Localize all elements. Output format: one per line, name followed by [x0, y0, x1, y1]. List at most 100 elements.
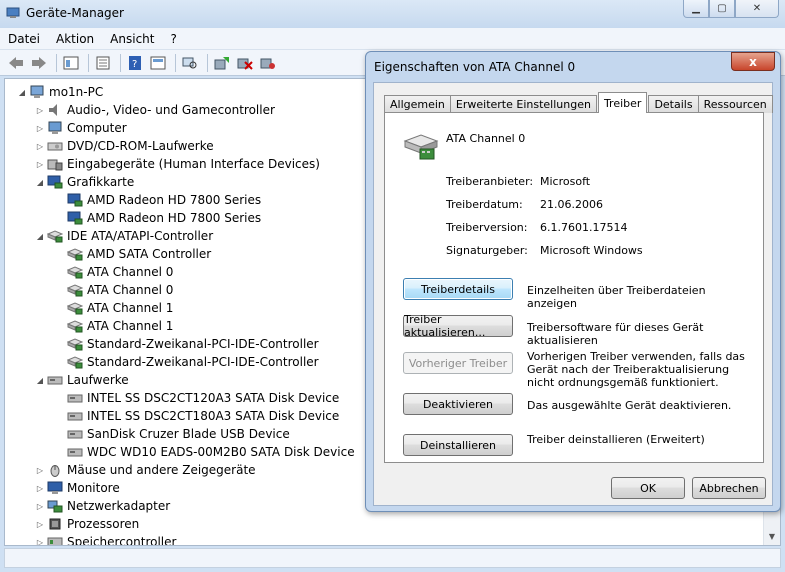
title-bar[interactable]: Geräte-Manager ▁ ▢ ✕ — [0, 0, 785, 28]
update-driver-icon[interactable] — [212, 53, 232, 73]
tree-item-label: AMD SATA Controller — [87, 247, 212, 261]
minimize-button[interactable]: ▁ — [683, 0, 709, 18]
update-driver-desc: Treibersoftware für dieses Gerät aktuali… — [527, 321, 704, 347]
tree-item[interactable]: ▷ Mäuse und andere Zeigegeräte — [35, 461, 256, 479]
audio-icon — [47, 103, 63, 117]
tree-item[interactable]: ATA Channel 1 — [55, 299, 173, 317]
storage-controller-icon — [47, 535, 63, 545]
tree-item[interactable]: AMD Radeon HD 7800 Series — [55, 209, 261, 227]
tree-root[interactable]: ◢ mo1n-PC — [17, 83, 103, 101]
menu-datei[interactable]: Datei — [8, 32, 40, 46]
list-view-icon[interactable] — [148, 53, 168, 73]
tree-item-label: Laufwerke — [67, 373, 129, 387]
expand-arrow-icon[interactable]: ▷ — [35, 484, 45, 493]
dialog-title: Eigenschaften von ATA Channel 0 — [374, 60, 576, 74]
driver-details-button[interactable]: Treiberdetails — [403, 278, 513, 300]
tree-item[interactable]: Standard-Zweikanal-PCI-IDE-Controller — [55, 335, 319, 353]
help-icon[interactable]: ? — [125, 53, 145, 73]
tree-item[interactable]: ATA Channel 0 — [55, 281, 173, 299]
processor-icon — [47, 517, 63, 531]
collapse-arrow-icon[interactable]: ◢ — [17, 88, 27, 97]
tree-item[interactable]: ▷ Eingabegeräte (Human Interface Devices) — [35, 155, 320, 173]
expand-arrow-icon[interactable]: ▷ — [35, 520, 45, 529]
tree-view-icon[interactable] — [61, 53, 81, 73]
menu-help[interactable]: ? — [170, 32, 176, 46]
tree-item-label: Monitore — [67, 481, 120, 495]
tree-item[interactable]: ▷ Audio-, Video- und Gamecontroller — [35, 101, 275, 119]
forward-icon[interactable] — [29, 53, 49, 73]
back-icon[interactable] — [6, 53, 26, 73]
tree-item[interactable]: SanDisk Cruzer Blade USB Device — [55, 425, 290, 443]
tab-ressourcen[interactable]: Ressourcen — [697, 95, 773, 113]
ide-controller-icon — [67, 301, 83, 315]
tree-item[interactable]: ◢ Grafikkarte — [35, 173, 134, 191]
tree-item[interactable]: ◢ IDE ATA/ATAPI-Controller — [35, 227, 213, 245]
properties-dialog: Eigenschaften von ATA Channel 0 x Allgem… — [365, 51, 781, 512]
rollback-driver-button[interactable]: Vorheriger Treiber — [403, 352, 513, 374]
tree-item[interactable]: AMD Radeon HD 7800 Series — [55, 191, 261, 209]
tree-item-label: ATA Channel 0 — [87, 265, 174, 279]
collapse-arrow-icon[interactable]: ◢ — [35, 232, 45, 241]
toolbar-separator — [175, 53, 176, 72]
tab-treiber[interactable]: Treiber — [597, 92, 648, 113]
tree-item[interactable]: Standard-Zweikanal-PCI-IDE-Controller — [55, 353, 319, 371]
collapse-arrow-icon[interactable]: ◢ — [35, 376, 45, 385]
tree-item[interactable]: ATA Channel 1 — [55, 317, 173, 335]
tree-item[interactable]: INTEL SS DSC2CT120A3 SATA Disk Device — [55, 389, 339, 407]
uninstall-button[interactable]: Deinstallieren — [403, 434, 513, 456]
ide-controller-icon — [67, 355, 83, 369]
driver-provider-label: Treiberanbieter: — [446, 175, 534, 188]
uninstall-desc: Treiber deinstallieren (Erweitert) — [527, 433, 705, 446]
tab-allgemein[interactable]: Allgemein — [384, 95, 451, 113]
tree-item-label: INTEL SS DSC2CT120A3 SATA Disk Device — [87, 391, 340, 405]
expand-arrow-icon[interactable]: ▷ — [35, 466, 45, 475]
dvd-drive-icon — [47, 139, 63, 153]
tree-item[interactable]: AMD SATA Controller — [55, 245, 211, 263]
scroll-down-icon[interactable]: ▼ — [764, 529, 780, 545]
tree-item[interactable]: WDC WD10 EADS-00M2B0 SATA Disk Device — [55, 443, 355, 461]
tree-item[interactable]: ▷ Speichercontroller — [35, 533, 176, 546]
menu-aktion[interactable]: Aktion — [56, 32, 94, 46]
close-button[interactable]: ✕ — [735, 0, 779, 18]
tree-item[interactable]: ▷ Computer — [35, 119, 127, 137]
expand-arrow-icon[interactable]: ▷ — [35, 124, 45, 133]
tree-item-label: Grafikkarte — [67, 175, 135, 189]
expand-arrow-icon[interactable]: ▷ — [35, 106, 45, 115]
driver-version-value: 6.1.7601.17514 — [540, 221, 628, 234]
close-icon: x — [749, 54, 757, 69]
disk-drive-icon — [67, 445, 83, 459]
tree-item-label: DVD/CD-ROM-Laufwerke — [67, 139, 214, 153]
ok-button[interactable]: OK — [611, 477, 685, 499]
disable-button[interactable]: Deaktivieren — [403, 393, 513, 415]
expand-arrow-icon[interactable]: ▷ — [35, 142, 45, 151]
expand-arrow-icon[interactable]: ▷ — [35, 160, 45, 169]
tree-item[interactable]: ▷ Netzwerkadapter — [35, 497, 170, 515]
tree-item[interactable]: ▷ Prozessoren — [35, 515, 139, 533]
tree-item[interactable]: ◢ Laufwerke — [35, 371, 129, 389]
tree-item[interactable]: ▷ Monitore — [35, 479, 120, 497]
expand-arrow-icon[interactable]: ▷ — [35, 502, 45, 511]
cancel-button[interactable]: Abbrechen — [692, 477, 766, 499]
tree-item[interactable]: ATA Channel 0 — [55, 263, 173, 281]
disable-device-icon[interactable] — [235, 53, 255, 73]
tree-item-label: ATA Channel 1 — [87, 301, 174, 315]
tab-erweiterte-einstellungen[interactable]: Erweiterte Einstellungen — [449, 95, 597, 113]
dialog-close-button[interactable]: x — [731, 52, 775, 71]
update-driver-button[interactable]: Treiber aktualisieren... — [403, 313, 513, 339]
tree-item[interactable]: ▷ DVD/CD-ROM-Laufwerke — [35, 137, 214, 155]
rollback-driver-desc: Vorherigen Treiber verwenden, falls das … — [527, 350, 745, 389]
uninstall-device-icon[interactable] — [258, 53, 278, 73]
menu-ansicht[interactable]: Ansicht — [110, 32, 154, 46]
tab-details[interactable]: Details — [648, 95, 699, 113]
expand-arrow-icon[interactable]: ▷ — [35, 538, 45, 546]
toolbar-separator — [88, 53, 89, 72]
status-bar — [4, 548, 781, 568]
properties-icon[interactable] — [93, 53, 113, 73]
maximize-button[interactable]: ▢ — [709, 0, 735, 18]
svg-text:?: ? — [132, 59, 137, 70]
tree-item[interactable]: INTEL SS DSC2CT180A3 SATA Disk Device — [55, 407, 339, 425]
disk-drive-icon — [47, 373, 63, 387]
window-controls: ▁ ▢ ✕ — [683, 0, 779, 18]
scan-hardware-icon[interactable] — [180, 53, 200, 73]
collapse-arrow-icon[interactable]: ◢ — [35, 178, 45, 187]
